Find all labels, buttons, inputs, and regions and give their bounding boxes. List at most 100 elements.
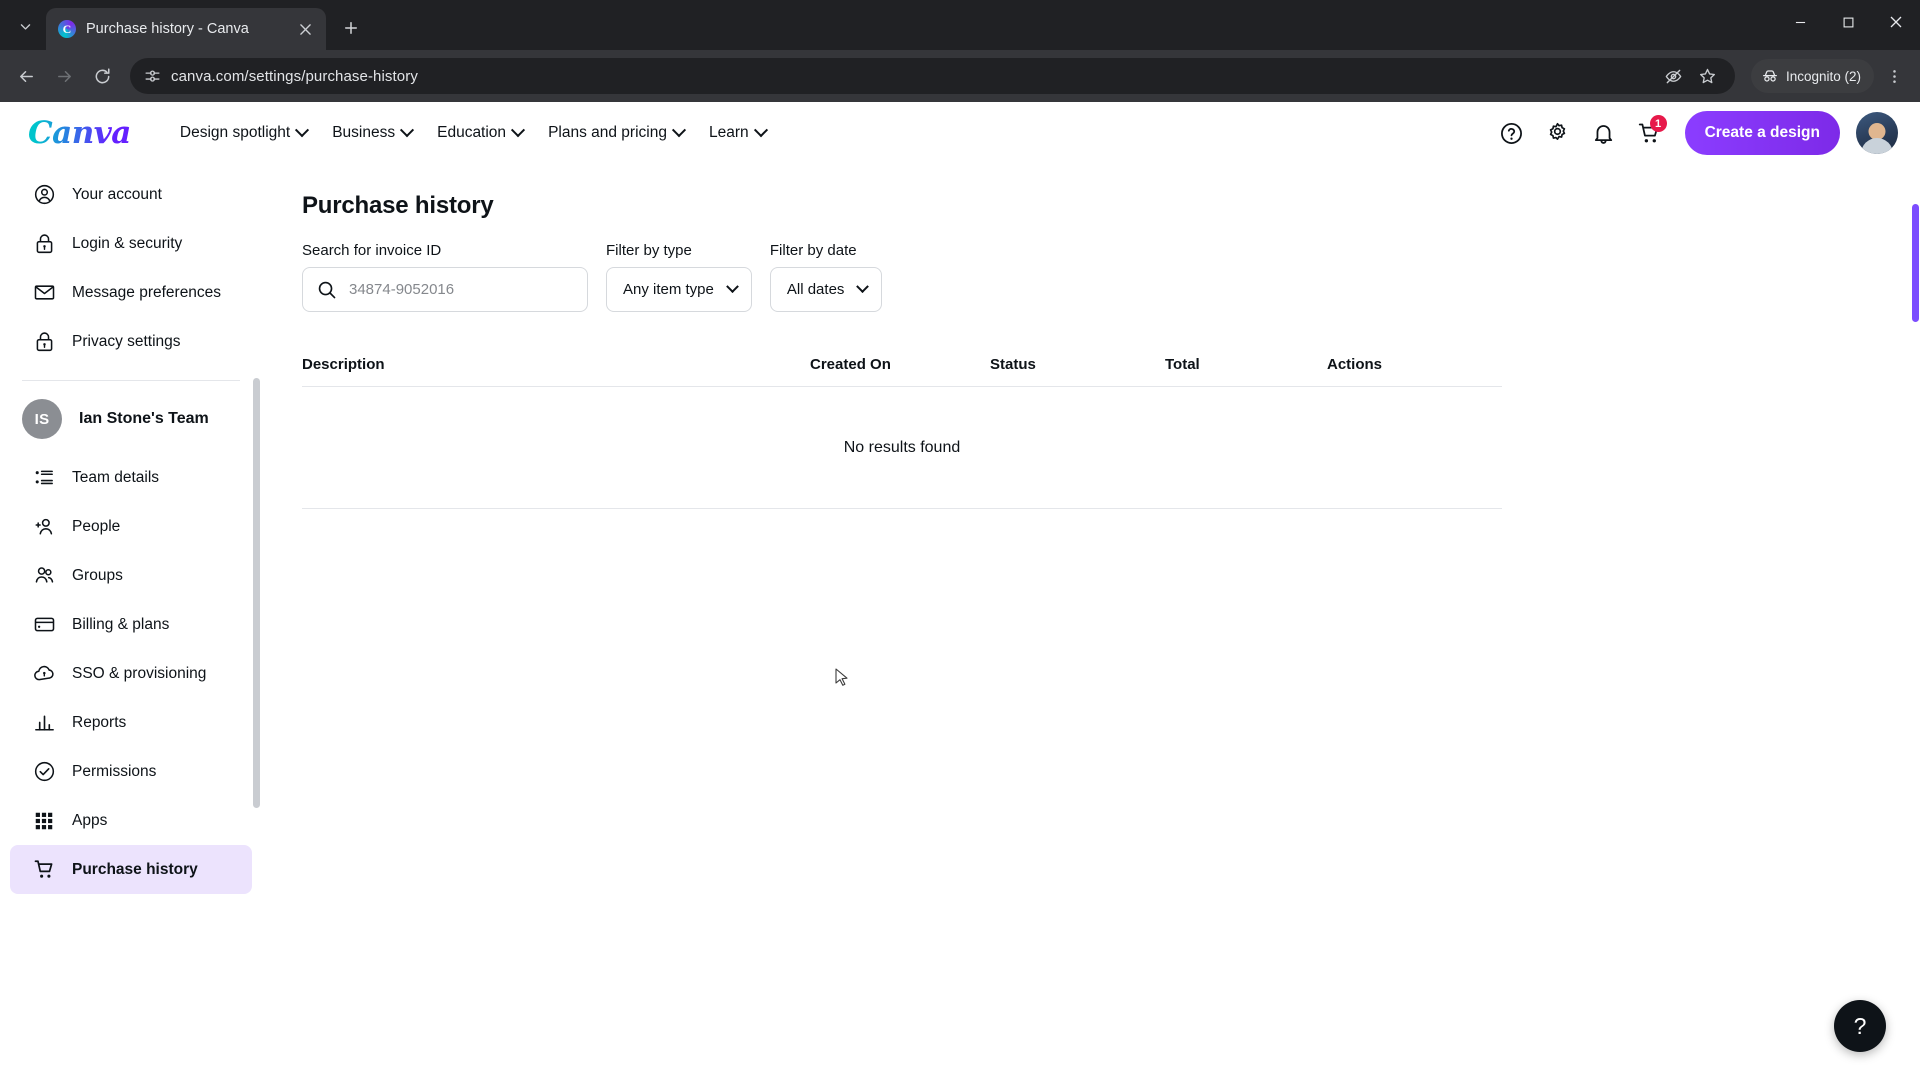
- help-floating-button[interactable]: ?: [1834, 1000, 1886, 1052]
- sidebar-item-label: Login & security: [72, 234, 183, 252]
- column-header-actions: Actions: [1327, 356, 1383, 373]
- sidebar-item-your-account[interactable]: Your account: [10, 170, 252, 219]
- tracking-protection-button[interactable]: [1659, 61, 1689, 91]
- nav-plans-and-pricing[interactable]: Plans and pricing: [537, 115, 695, 151]
- sidebar-item-purchase-history[interactable]: Purchase history: [10, 845, 252, 894]
- sidebar-item-apps[interactable]: Apps: [10, 796, 252, 845]
- canva-header: Canva Design spotlight Business Educatio…: [0, 102, 1920, 164]
- filter-date-value: All dates: [786, 281, 845, 298]
- cart-button[interactable]: 1: [1629, 112, 1671, 154]
- filter-date-label: Filter by date: [769, 242, 857, 259]
- address-bar[interactable]: canva.com/settings/purchase-history: [130, 58, 1735, 94]
- grid-apps-icon: [32, 809, 56, 833]
- sidebar-item-billing-plans[interactable]: Billing & plans: [10, 600, 252, 649]
- nav-label: Plans and pricing: [548, 124, 667, 141]
- help-icon: [1501, 122, 1523, 144]
- incognito-hat-icon: [1763, 70, 1777, 82]
- no-results-message: No results found: [843, 438, 961, 456]
- back-button[interactable]: [8, 58, 44, 94]
- sidebar-item-label: Privacy settings: [72, 332, 181, 350]
- sidebar-item-reports[interactable]: Reports: [10, 698, 252, 747]
- window-maximize-button[interactable]: [1824, 0, 1872, 44]
- window-minimize-button[interactable]: [1776, 0, 1824, 44]
- chevron-down-icon: [295, 123, 310, 138]
- chevron-down-icon: [510, 123, 526, 138]
- tab-title: Purchase history - Canva: [86, 21, 249, 37]
- nav-education[interactable]: Education: [426, 115, 534, 151]
- url-text: canva.com/settings/purchase-history: [171, 67, 418, 85]
- lock-icon: [32, 330, 56, 354]
- reload-icon: [95, 67, 110, 83]
- main-navigation: Design spotlight Business Education Plan…: [169, 115, 777, 151]
- sidebar-scrollbar-thumb[interactable]: [253, 378, 260, 808]
- back-arrow-icon: [19, 70, 33, 82]
- page-scrollbar[interactable]: [1911, 164, 1920, 1080]
- sidebar-item-message-preferences[interactable]: Message preferences: [10, 268, 252, 317]
- create-a-design-button[interactable]: Create a design: [1684, 111, 1840, 155]
- nav-learn[interactable]: Learn: [698, 115, 777, 151]
- sidebar-item-label: Permissions: [72, 762, 157, 780]
- close-icon: [1890, 16, 1902, 28]
- sidebar-item-permissions[interactable]: Permissions: [10, 747, 252, 796]
- sidebar-item-people[interactable]: People: [10, 502, 252, 551]
- sidebar-item-label: Groups: [72, 566, 123, 584]
- envelope-icon: [32, 281, 56, 305]
- sidebar-item-label: SSO & provisioning: [72, 664, 207, 682]
- lock-icon: [32, 232, 56, 256]
- sidebar-item-team-details[interactable]: Team details: [10, 453, 252, 502]
- bookmark-button[interactable]: [1693, 61, 1723, 91]
- browser-menu-button[interactable]: [1876, 58, 1912, 94]
- user-avatar[interactable]: [1856, 112, 1898, 154]
- canva-favicon: C: [58, 20, 76, 38]
- filters-row: Search for invoice ID Filter by type: [302, 242, 1502, 312]
- settings-button[interactable]: [1537, 112, 1579, 154]
- filter-type-select[interactable]: Any item type: [606, 267, 752, 312]
- help-icon: ?: [1853, 1012, 1867, 1039]
- nav-business[interactable]: Business: [321, 115, 423, 151]
- team-avatar: IS: [22, 399, 62, 439]
- search-invoice-box[interactable]: [302, 267, 588, 312]
- incognito-indicator[interactable]: Incognito (2): [1750, 59, 1874, 93]
- reload-button[interactable]: [84, 58, 120, 94]
- tab-close-button[interactable]: [294, 18, 316, 40]
- table-header-row: Description Created On Status Total Acti…: [302, 356, 1502, 387]
- page-body: Your account Login & security Message pr…: [0, 164, 1920, 1080]
- help-button[interactable]: [1491, 112, 1533, 154]
- settings-sidebar: Your account Login & security Message pr…: [0, 164, 262, 1080]
- search-input[interactable]: [349, 281, 573, 298]
- page-scrollbar-thumb[interactable]: [1912, 204, 1919, 322]
- nav-design-spotlight[interactable]: Design spotlight: [169, 115, 318, 151]
- browser-tab[interactable]: C Purchase history - Canva: [46, 8, 326, 50]
- filter-type-value: Any item type: [623, 281, 714, 298]
- window-close-button[interactable]: [1872, 0, 1920, 44]
- sidebar-item-login-security[interactable]: Login & security: [10, 219, 252, 268]
- sidebar-scrollbar[interactable]: [253, 178, 260, 1072]
- forward-button[interactable]: [46, 58, 82, 94]
- sidebar-divider: [22, 380, 240, 381]
- tab-search-button[interactable]: [8, 9, 42, 43]
- chevron-down-icon: [671, 123, 687, 138]
- notifications-bell-icon: [1594, 124, 1613, 144]
- new-tab-button[interactable]: [336, 13, 366, 43]
- chevron-down-icon: [726, 280, 739, 294]
- filter-date-select[interactable]: All dates: [769, 267, 883, 312]
- sidebar-item-privacy-settings[interactable]: Privacy settings: [10, 317, 252, 366]
- window-controls: [1776, 0, 1920, 50]
- cart-badge: 1: [1649, 115, 1667, 132]
- sidebar-item-label: Your account: [72, 185, 162, 203]
- canva-logo[interactable]: Canva: [28, 115, 137, 151]
- nav-label: Business: [332, 124, 396, 141]
- sidebar-item-sso-provisioning[interactable]: SSO & provisioning: [10, 649, 252, 698]
- purchase-history-table: Description Created On Status Total Acti…: [302, 356, 1502, 509]
- notifications-button[interactable]: [1583, 112, 1625, 154]
- star-icon: [1700, 68, 1716, 83]
- sidebar-item-groups[interactable]: Groups: [10, 551, 252, 600]
- column-header-status: Status: [990, 356, 1036, 373]
- team-header[interactable]: IS Ian Stone's Team: [0, 391, 262, 447]
- avatar-body: [1861, 138, 1893, 154]
- column-header-total: Total: [1165, 356, 1200, 373]
- site-settings-icon[interactable]: [144, 68, 161, 85]
- list-icon: [32, 466, 56, 490]
- browser-toolbar: canva.com/settings/purchase-history Inco…: [0, 50, 1920, 102]
- sidebar-item-label: Apps: [72, 811, 108, 829]
